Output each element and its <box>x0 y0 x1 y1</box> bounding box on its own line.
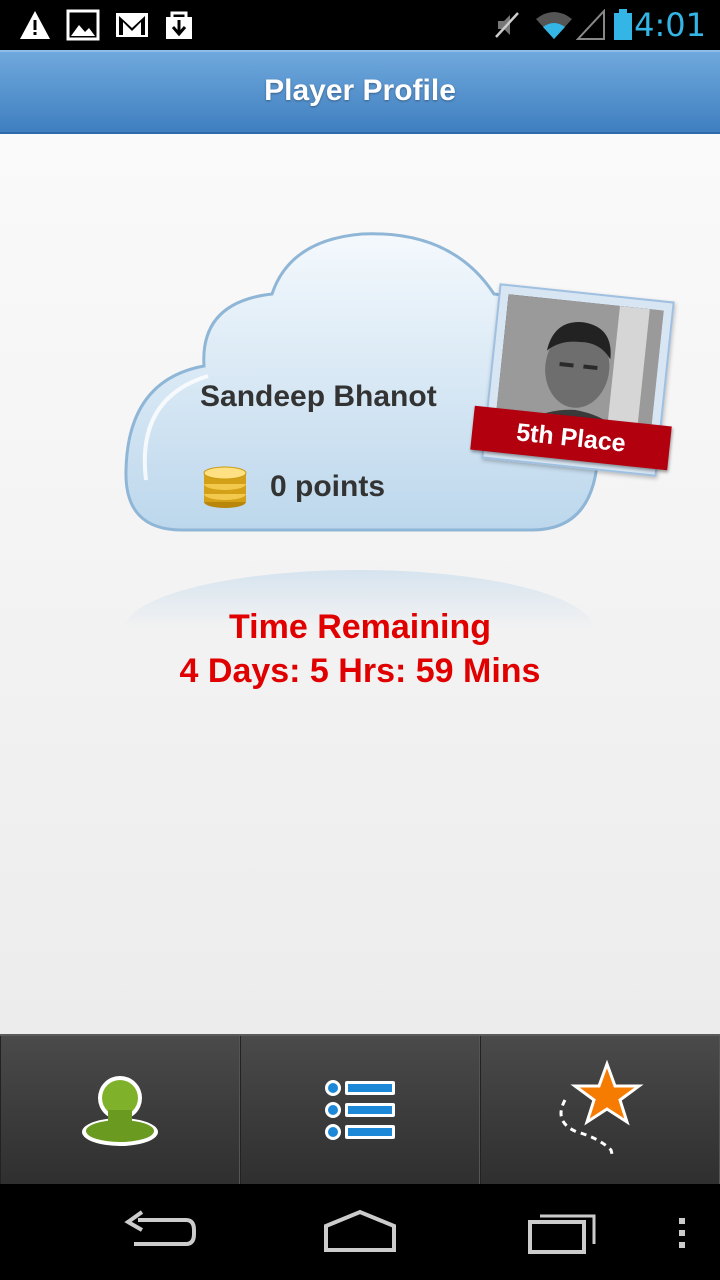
page-title: Player Profile <box>264 74 456 107</box>
image-icon <box>66 9 100 41</box>
profile-panel: Sandeep Bhanot 0 points 5th Place Time R… <box>0 134 720 1034</box>
battery-icon <box>614 9 632 40</box>
status-time: 4:01 <box>634 6 706 44</box>
menu-icon[interactable] <box>672 1206 692 1256</box>
player-name: Sandeep Bhanot <box>200 380 437 413</box>
time-remaining-label: Time Remaining <box>229 608 491 646</box>
warning-icon <box>20 11 50 39</box>
profile-icon <box>82 1076 158 1146</box>
time-remaining-value: 4 Days: 5 Hrs: 59 Mins <box>179 652 541 690</box>
download-icon <box>166 11 192 39</box>
status-bar: 4:01 <box>0 0 720 50</box>
home-icon[interactable] <box>320 1206 400 1256</box>
gmail-icon <box>116 13 148 37</box>
app-header: Player Profile <box>0 50 720 134</box>
signal-icon <box>576 9 605 40</box>
back-icon[interactable] <box>120 1206 200 1256</box>
tab-profile[interactable] <box>0 1036 240 1184</box>
star-path-icon <box>559 1060 644 1159</box>
bottom-tab-bar <box>0 1034 720 1184</box>
tab-achievements[interactable] <box>480 1036 720 1184</box>
tab-list[interactable] <box>240 1036 480 1184</box>
recents-icon[interactable] <box>524 1206 604 1256</box>
system-nav-bar <box>0 1184 720 1280</box>
coins-icon <box>203 466 247 508</box>
list-icon <box>325 1080 395 1140</box>
wifi-icon <box>536 12 572 39</box>
points-value: 0 points <box>270 470 386 503</box>
mute-icon <box>495 12 519 38</box>
